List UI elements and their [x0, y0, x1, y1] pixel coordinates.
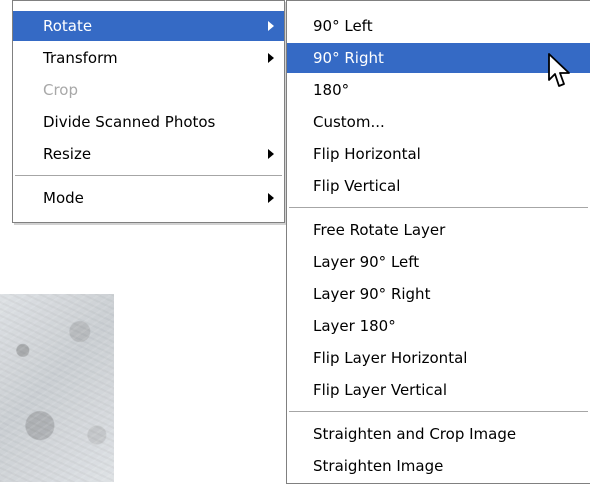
menu-item-rotate[interactable]: Rotate	[13, 11, 284, 41]
menu-item-label: Divide Scanned Photos	[43, 113, 216, 131]
submenu-item-straighten-and-crop-image[interactable]: Straighten and Crop Image	[287, 419, 590, 449]
menu-item-label: Layer 90° Right	[313, 285, 431, 303]
menu-item-label: Free Rotate Layer	[313, 221, 446, 239]
menu-item-label: Straighten and Crop Image	[313, 425, 517, 443]
submenu-item-layer-90-right[interactable]: Layer 90° Right	[287, 279, 590, 309]
submenu-item-layer-90-left[interactable]: Layer 90° Left	[287, 247, 590, 277]
submenu-arrow-icon	[268, 21, 274, 31]
submenu-item-flip-layer-horizontal[interactable]: Flip Layer Horizontal	[287, 343, 590, 373]
menu-item-resize[interactable]: Resize	[13, 139, 284, 169]
menu-item-label: Flip Vertical	[313, 177, 401, 195]
submenu-arrow-icon	[268, 193, 274, 203]
menu-item-label: 90° Right	[313, 49, 384, 67]
image-menu: Rotate Transform Crop Divide Scanned Pho…	[12, 0, 285, 223]
menu-item-label: Flip Horizontal	[313, 145, 421, 163]
submenu-item-straighten-image[interactable]: Straighten Image	[287, 451, 590, 481]
mouse-pointer-icon	[548, 53, 570, 87]
submenu-item-free-rotate-layer[interactable]: Free Rotate Layer	[287, 215, 590, 245]
submenu-item-layer-180[interactable]: Layer 180°	[287, 311, 590, 341]
menu-item-label: Layer 90° Left	[313, 253, 420, 271]
menu-item-label: Flip Layer Horizontal	[313, 349, 468, 367]
menu-item-label: 90° Left	[313, 17, 373, 35]
menu-item-label: Crop	[43, 81, 79, 99]
menu-item-label: Rotate	[43, 17, 93, 35]
submenu-item-90-left[interactable]: 90° Left	[287, 11, 590, 41]
menu-item-transform[interactable]: Transform	[13, 43, 284, 73]
submenu-item-flip-layer-vertical[interactable]: Flip Layer Vertical	[287, 375, 590, 405]
menu-item-label: Transform	[43, 49, 118, 67]
menu-item-label: Custom...	[313, 113, 385, 131]
menu-item-label: 180°	[313, 81, 350, 99]
menu-separator	[289, 207, 588, 208]
menu-item-label: Straighten Image	[313, 457, 444, 475]
menu-item-label: Layer 180°	[313, 317, 396, 335]
background-photo	[0, 294, 114, 482]
menu-item-divide-scanned-photos[interactable]: Divide Scanned Photos	[13, 107, 284, 137]
submenu-arrow-icon	[268, 53, 274, 63]
menu-item-crop: Crop	[13, 75, 284, 105]
submenu-item-180[interactable]: 180°	[287, 75, 590, 105]
submenu-item-flip-vertical[interactable]: Flip Vertical	[287, 171, 590, 201]
submenu-item-flip-horizontal[interactable]: Flip Horizontal	[287, 139, 590, 169]
menu-item-label: Flip Layer Vertical	[313, 381, 447, 399]
menu-item-label: Mode	[43, 189, 84, 207]
submenu-item-custom[interactable]: Custom...	[287, 107, 590, 137]
submenu-arrow-icon	[268, 149, 274, 159]
submenu-item-90-right[interactable]: 90° Right	[287, 43, 590, 73]
menu-separator	[289, 411, 588, 412]
rotate-submenu: 90° Left 90° Right 180° Custom... Flip H…	[286, 0, 590, 484]
menu-item-mode[interactable]: Mode	[13, 183, 284, 213]
menu-item-label: Resize	[43, 145, 92, 163]
menu-separator	[15, 175, 282, 176]
